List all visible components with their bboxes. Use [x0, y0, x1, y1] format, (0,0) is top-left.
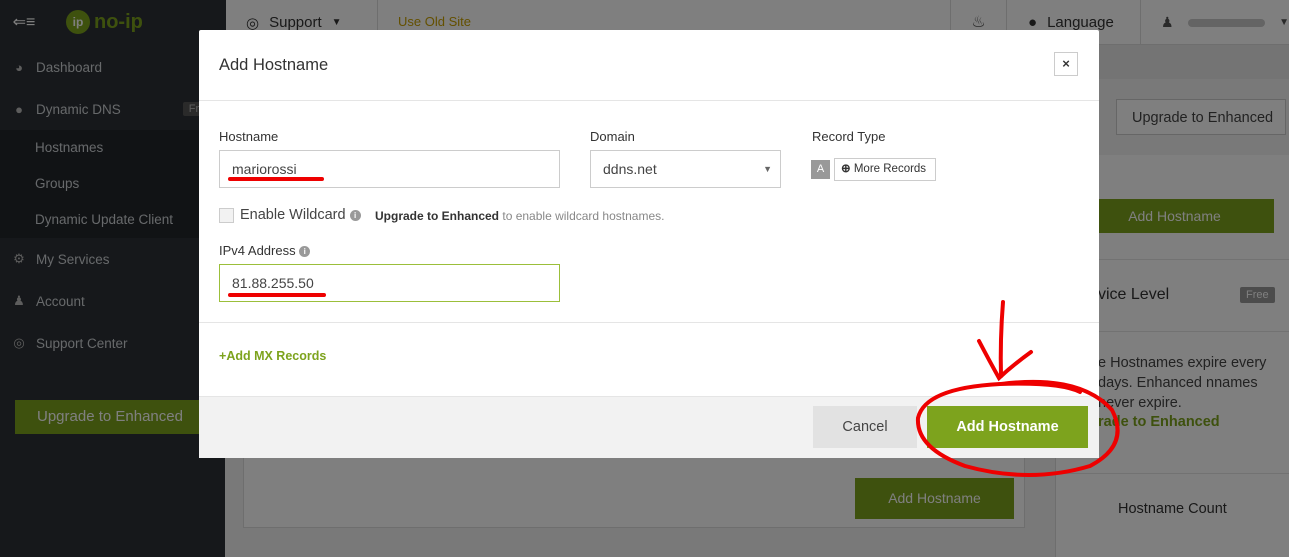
annotation-arrow-circle	[915, 300, 1120, 477]
